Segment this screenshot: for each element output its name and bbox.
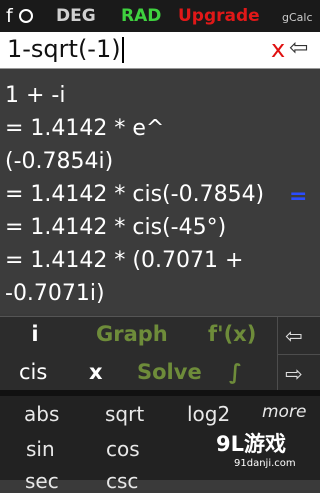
circle-icon[interactable] <box>19 9 33 23</box>
sqrt-key[interactable]: sqrt <box>105 402 144 426</box>
cursor-left-icon[interactable]: ⇦ <box>285 324 303 348</box>
expression-input-row[interactable]: 1-sqrt(-1) x ⇦ <box>0 32 320 69</box>
multiply-button[interactable]: x <box>89 360 103 384</box>
divider <box>277 354 320 355</box>
expression-input[interactable]: 1-sqrt(-1) <box>7 35 124 63</box>
text-caret <box>121 37 124 63</box>
expression-trailing: ) <box>111 35 121 63</box>
app-name: gCalc <box>282 11 313 24</box>
cos-key[interactable]: cos <box>106 437 140 461</box>
sin-key[interactable]: sin <box>26 437 55 461</box>
result-line: = 1.4142 * e^ <box>5 116 165 141</box>
integral-button[interactable]: ∫ <box>229 360 242 384</box>
more-key[interactable]: more <box>262 402 306 422</box>
upgrade-button[interactable]: Upgrade <box>178 6 260 26</box>
function-menu-button[interactable]: f <box>6 5 13 27</box>
backspace-icon[interactable]: ⇦ <box>289 35 308 61</box>
log2-key[interactable]: log2 <box>187 402 230 426</box>
result-line: = 1.4142 * (0.7071 + <box>5 248 244 273</box>
cis-button[interactable]: cis <box>19 360 47 384</box>
cursor-right-icon[interactable]: ⇨ <box>285 362 303 386</box>
result-line: (-0.7854i) <box>5 149 114 174</box>
result-area: 1 + -i = 1.4142 * e^ (-0.7854i) = 1.4142… <box>0 69 320 314</box>
graph-button[interactable]: Graph <box>96 322 168 346</box>
csc-key[interactable]: csc <box>106 469 138 493</box>
watermark-text: 9L游戏 <box>216 432 286 456</box>
equals-marker: = <box>289 184 308 209</box>
result-line: 1 + -i <box>5 83 66 108</box>
deg-mode-button[interactable]: DEG <box>56 6 96 26</box>
result-line: -0.7071i) <box>5 281 105 306</box>
mode-bar: f DEG RAD Upgrade gCalc <box>0 0 320 32</box>
result-line: = 1.4142 * cis(-0.7854) <box>5 182 265 207</box>
abs-key[interactable]: abs <box>24 402 59 426</box>
watermark-url: 91danji.com <box>234 458 296 469</box>
solve-button[interactable]: Solve <box>137 360 202 384</box>
rad-mode-button[interactable]: RAD <box>121 6 161 26</box>
imaginary-i-button[interactable]: i <box>25 322 45 346</box>
result-line: = 1.4142 * cis(-45°) <box>5 215 227 240</box>
expression-text: 1-sqrt(-1 <box>7 35 112 63</box>
sec-key[interactable]: sec <box>25 469 59 493</box>
watermark-logo: 9L游戏 91danji.com <box>216 428 306 478</box>
clear-button[interactable]: x <box>271 35 285 63</box>
derivative-button[interactable]: f'(x) <box>208 322 256 346</box>
function-grid: i Graph f'(x) ⇦ cis x Solve ∫ ⇨ <box>0 316 320 391</box>
